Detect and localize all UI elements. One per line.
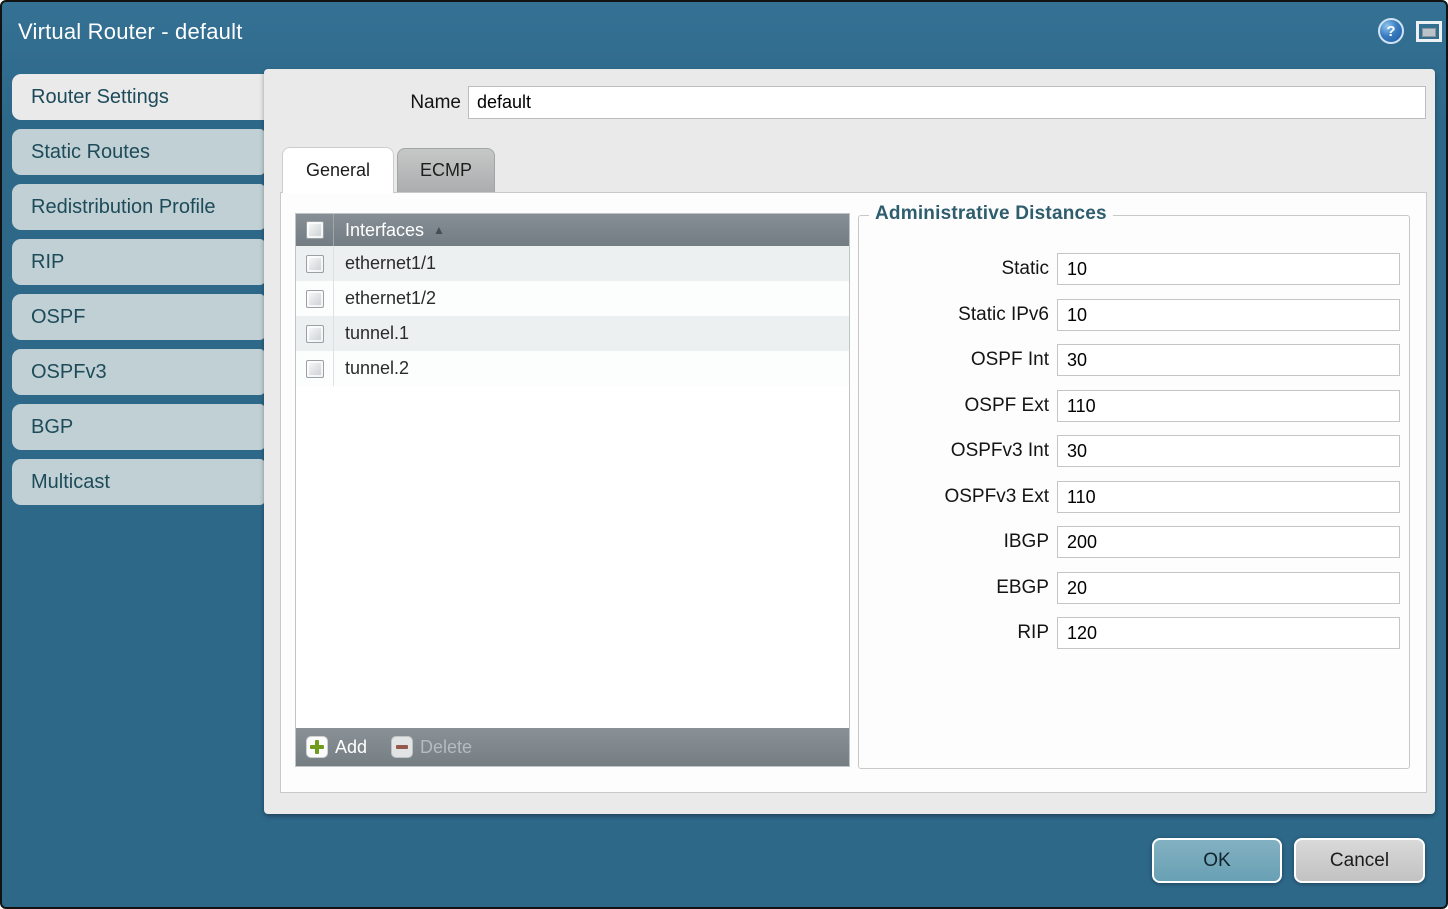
sidebar-item-label: BGP (31, 416, 73, 438)
select-all-cell (296, 214, 334, 246)
sidebar-item-label: Router Settings (31, 86, 169, 108)
tab-general[interactable]: General (282, 147, 394, 193)
admin-distance-label: RIP (859, 617, 1049, 649)
dialog-title: Virtual Router - default (18, 19, 243, 45)
sidebar-item-redistribution-profile[interactable]: Redistribution Profile (12, 184, 265, 230)
sidebar-item-multicast[interactable]: Multicast (12, 459, 265, 505)
admin-distance-input-ebgp[interactable] (1057, 572, 1400, 604)
sidebar-item-bgp[interactable]: BGP (12, 404, 265, 450)
interface-name: tunnel.1 (345, 323, 409, 344)
sidebar-item-static-routes[interactable]: Static Routes (12, 129, 265, 175)
admin-distance-row: EBGP (859, 572, 1409, 604)
plus-icon (306, 736, 328, 758)
window-icon[interactable] (1416, 21, 1442, 42)
delete-button[interactable]: Delete (391, 736, 472, 758)
sidebar-item-rip[interactable]: RIP (12, 239, 265, 285)
admin-distance-row: Static IPv6 (859, 299, 1409, 331)
general-tab-panel: Interfaces ▲ ethernet1/1 ethernet1/2 (280, 192, 1427, 793)
admin-distance-input-ospfv3-ext[interactable] (1057, 481, 1400, 513)
admin-distance-label: Static IPv6 (859, 299, 1049, 331)
add-button[interactable]: Add (306, 736, 367, 758)
sidebar-item-router-settings[interactable]: Router Settings (12, 74, 272, 120)
admin-distance-label: OSPFv3 Int (859, 435, 1049, 467)
sidebar-item-label: Static Routes (31, 141, 150, 163)
minus-icon (391, 736, 413, 758)
name-label: Name (382, 87, 461, 119)
table-row[interactable]: tunnel.1 (296, 316, 849, 351)
ok-button[interactable]: OK (1152, 838, 1282, 883)
cancel-button[interactable]: Cancel (1294, 838, 1425, 883)
row-checkbox[interactable] (306, 325, 324, 343)
interface-name: ethernet1/1 (345, 253, 436, 274)
interfaces-header-label: Interfaces (345, 220, 424, 241)
interface-name: ethernet1/2 (345, 288, 436, 309)
sidebar-item-label: OSPFv3 (31, 361, 107, 383)
row-checkbox[interactable] (306, 290, 324, 308)
admin-distance-row: RIP (859, 617, 1409, 649)
admin-distance-input-ibgp[interactable] (1057, 526, 1400, 558)
name-input[interactable] (468, 86, 1426, 119)
row-checkbox[interactable] (306, 360, 324, 378)
admin-distance-input-rip[interactable] (1057, 617, 1400, 649)
interfaces-column-header[interactable]: Interfaces ▲ (296, 214, 849, 246)
interface-name: tunnel.2 (345, 358, 409, 379)
admin-distance-input-static-ipv6[interactable] (1057, 299, 1400, 331)
admin-distance-label: OSPF Int (859, 344, 1049, 376)
admin-distance-label: OSPF Ext (859, 390, 1049, 422)
admin-distance-label: Static (859, 253, 1049, 285)
admin-distance-label: OSPFv3 Ext (859, 481, 1049, 513)
sidebar-item-label: OSPF (31, 306, 85, 328)
admin-distance-input-static[interactable] (1057, 253, 1400, 285)
tab-ecmp[interactable]: ECMP (397, 148, 495, 192)
sidebar-item-ospfv3[interactable]: OSPFv3 (12, 349, 265, 395)
sort-ascending-icon: ▲ (433, 223, 445, 237)
dialog-titlebar: Virtual Router - default ? (2, 2, 1446, 69)
admin-distance-row: IBGP (859, 526, 1409, 558)
sidebar-item-ospf[interactable]: OSPF (12, 294, 265, 340)
sidebar-item-label: Multicast (31, 471, 110, 493)
table-row[interactable]: ethernet1/2 (296, 281, 849, 316)
admin-distance-input-ospfv3-int[interactable] (1057, 435, 1400, 467)
admin-distance-row: OSPFv3 Ext (859, 481, 1409, 513)
table-row[interactable]: tunnel.2 (296, 351, 849, 386)
admin-distance-row: OSPF Int (859, 344, 1409, 376)
help-icon[interactable]: ? (1378, 18, 1404, 44)
interfaces-rows: ethernet1/1 ethernet1/2 tunnel.1 (296, 246, 849, 386)
admin-distance-input-ospf-int[interactable] (1057, 344, 1400, 376)
sidebar-item-label: Redistribution Profile (31, 196, 216, 218)
admin-distance-label: IBGP (859, 526, 1049, 558)
admin-distances-fieldset: Administrative Distances Static Static I… (858, 215, 1410, 769)
select-all-checkbox[interactable] (306, 221, 324, 239)
admin-distance-row: Static (859, 253, 1409, 285)
admin-distance-input-ospf-ext[interactable] (1057, 390, 1400, 422)
admin-distance-label: EBGP (859, 572, 1049, 604)
admin-distance-row: OSPFv3 Int (859, 435, 1409, 467)
table-toolbar: Add Delete (296, 728, 849, 766)
virtual-router-dialog: Virtual Router - default ? Router Settin… (0, 0, 1448, 909)
admin-distance-row: OSPF Ext (859, 390, 1409, 422)
row-checkbox[interactable] (306, 255, 324, 273)
admin-distances-legend: Administrative Distances (869, 203, 1113, 225)
sidebar-item-label: RIP (31, 251, 64, 273)
table-row[interactable]: ethernet1/1 (296, 246, 849, 281)
interfaces-table: Interfaces ▲ ethernet1/1 ethernet1/2 (295, 213, 850, 767)
